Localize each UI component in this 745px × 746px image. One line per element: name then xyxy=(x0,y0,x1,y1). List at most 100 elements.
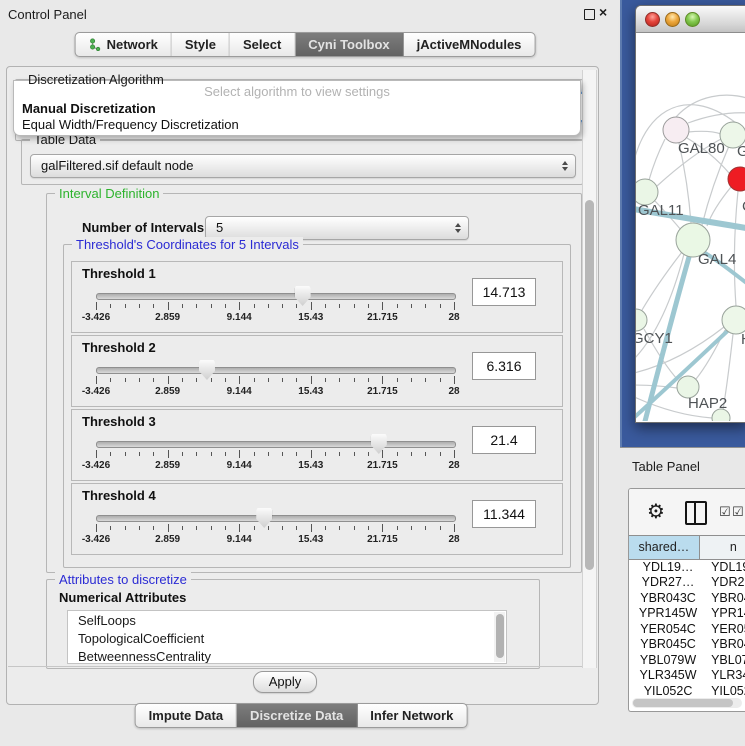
tick-label: 28 xyxy=(448,460,459,471)
split-columns-icon[interactable] xyxy=(685,501,707,525)
dropdown-option-manual-discretization[interactable]: Manual Discretization xyxy=(22,101,156,116)
network-edge[interactable] xyxy=(688,113,745,123)
tick-mark xyxy=(254,304,255,308)
tab-style[interactable]: Style xyxy=(172,33,230,56)
scrollbar-thumb[interactable] xyxy=(633,699,733,707)
tick-mark xyxy=(454,524,455,532)
tick-mark xyxy=(139,378,140,382)
cell-shared-name[interactable]: YLR345W xyxy=(629,668,707,682)
cell-shared-name[interactable]: YER054C xyxy=(629,622,707,636)
list-item[interactable]: SelfLoops xyxy=(68,611,506,629)
close-traffic-light[interactable] xyxy=(645,12,660,27)
tick-mark xyxy=(153,304,154,308)
tab-network[interactable]: Network xyxy=(76,33,172,56)
list-item[interactable]: TopologicalCoefficient xyxy=(68,629,506,647)
discretization-algorithm-group-title: Discretization Algorithm xyxy=(24,72,168,87)
checkbox-icon[interactable]: ☑ xyxy=(719,505,731,520)
column-header-name[interactable]: n xyxy=(700,536,745,559)
table-row[interactable]: YIL052CYIL052C xyxy=(629,683,745,699)
node-label: GAL11 xyxy=(638,202,684,219)
table-row[interactable]: YBR045CYBR045C xyxy=(629,637,745,653)
tick-mark xyxy=(254,452,255,456)
network-edge[interactable] xyxy=(688,131,721,134)
cell-shared-name[interactable]: YPR145W xyxy=(629,606,707,620)
cell-shared-name[interactable]: YDL19… xyxy=(629,560,707,574)
threshold-value-field[interactable]: 21.4 xyxy=(472,426,536,454)
table-header-row: shared… n xyxy=(629,535,745,560)
tick-mark xyxy=(354,378,355,382)
tab-jactivemnodules[interactable]: jActiveMNodules xyxy=(404,33,535,56)
network-window-titlebar[interactable] xyxy=(636,6,745,33)
cell-name[interactable]: YBL079W xyxy=(707,653,745,667)
tab-infer-network[interactable]: Infer Network xyxy=(357,704,466,727)
float-window-icon[interactable] xyxy=(584,9,595,20)
viewport-divider xyxy=(8,666,583,667)
main-panel-scrollbar[interactable] xyxy=(582,70,597,668)
table-row[interactable]: YDL19…YDL19… xyxy=(629,559,745,575)
cell-shared-name[interactable]: YDR27… xyxy=(629,575,707,589)
table-row[interactable]: YDR27…YDR27… xyxy=(629,575,745,591)
table-horizontal-scrollbar[interactable] xyxy=(632,698,742,708)
table-row[interactable]: YER054CYER054C xyxy=(629,621,745,637)
cell-name[interactable]: YER054C xyxy=(707,622,745,636)
threshold-value-field[interactable]: 6.316 xyxy=(472,352,536,380)
cell-shared-name[interactable]: YIL052C xyxy=(629,684,707,698)
tab-cyni-toolbox[interactable]: Cyni Toolbox xyxy=(295,33,403,56)
network-node-gcy1[interactable] xyxy=(636,309,647,331)
network-edge[interactable] xyxy=(676,95,745,117)
apply-button[interactable]: Apply xyxy=(253,671,317,693)
cell-shared-name[interactable]: YBL079W xyxy=(629,653,707,667)
network-edge[interactable] xyxy=(649,139,665,180)
zoom-traffic-light[interactable] xyxy=(685,12,700,27)
tab-impute-data-label: Impute Data xyxy=(149,708,223,723)
threshold-panel-4: Threshold 4-3.4262.8599.14415.4321.71528… xyxy=(71,483,563,555)
slider-track[interactable] xyxy=(96,515,456,522)
tick-mark xyxy=(110,378,111,382)
tick-mark xyxy=(425,452,426,456)
tab-impute-data[interactable]: Impute Data xyxy=(136,704,237,727)
close-icon[interactable]: × xyxy=(599,4,607,20)
cell-name[interactable]: YBR045C xyxy=(707,637,745,651)
cell-name[interactable]: YBR043C xyxy=(707,591,745,605)
table-data-combobox[interactable]: galFiltered.sif default node xyxy=(30,154,576,178)
cell-shared-name[interactable]: YBR045C xyxy=(629,637,707,651)
checkbox-icon[interactable]: ☑ xyxy=(732,505,744,520)
list-item[interactable]: BetweennessCentrality xyxy=(68,647,506,664)
tab-discretize-data[interactable]: Discretize Data xyxy=(237,704,357,727)
tab-select[interactable]: Select xyxy=(230,33,295,56)
slider-track[interactable] xyxy=(96,293,456,300)
table-row[interactable]: YLR345WYLR345W xyxy=(629,668,745,684)
network-edge[interactable] xyxy=(734,191,738,306)
threshold-value-field[interactable]: 14.713 xyxy=(472,278,536,306)
scrollbar-thumb[interactable] xyxy=(496,614,504,658)
dropdown-option-equal-width-frequency[interactable]: Equal Width/Frequency Discretization xyxy=(22,117,239,132)
tab-style-label: Style xyxy=(185,37,216,52)
tick-mark xyxy=(125,452,126,456)
cell-name[interactable]: YDR27… xyxy=(707,575,745,589)
attributes-list-scrollbar[interactable] xyxy=(494,612,505,662)
numerical-attributes-list[interactable]: SelfLoopsTopologicalCoefficientBetweenne… xyxy=(67,610,507,664)
table-row[interactable]: YBL079WYBL079W xyxy=(629,652,745,668)
cell-name[interactable]: YIL052C xyxy=(707,684,745,698)
slider-track[interactable] xyxy=(96,441,456,448)
cell-name[interactable]: YDL19… xyxy=(707,560,745,574)
gear-icon[interactable]: ⚙ xyxy=(647,499,665,523)
minimize-traffic-light[interactable] xyxy=(665,12,680,27)
tick-label: 9.144 xyxy=(227,386,252,397)
network-edge[interactable] xyxy=(702,146,729,225)
network-canvas[interactable]: GAL80G.CGAL11GAL4GCY1HHAP2 xyxy=(636,33,745,421)
slider-track[interactable] xyxy=(96,367,456,374)
cell-shared-name[interactable]: YBR043C xyxy=(629,591,707,605)
network-node-h[interactable] xyxy=(722,306,745,334)
tick-label: 21.715 xyxy=(367,460,398,471)
table-row[interactable]: YPR145WYPR145W xyxy=(629,606,745,622)
column-header-shared-name[interactable]: shared… xyxy=(629,536,700,559)
threshold-value-field[interactable]: 11.344 xyxy=(472,500,536,528)
cell-name[interactable]: YPR145W xyxy=(707,606,745,620)
table-row[interactable]: YBR043CYBR043C xyxy=(629,590,745,606)
tick-label: 21.715 xyxy=(367,534,398,545)
cell-name[interactable]: YLR345W xyxy=(707,668,745,682)
tick-mark xyxy=(339,378,340,382)
scrollbar-thumb[interactable] xyxy=(585,200,594,570)
tick-mark xyxy=(110,526,111,530)
